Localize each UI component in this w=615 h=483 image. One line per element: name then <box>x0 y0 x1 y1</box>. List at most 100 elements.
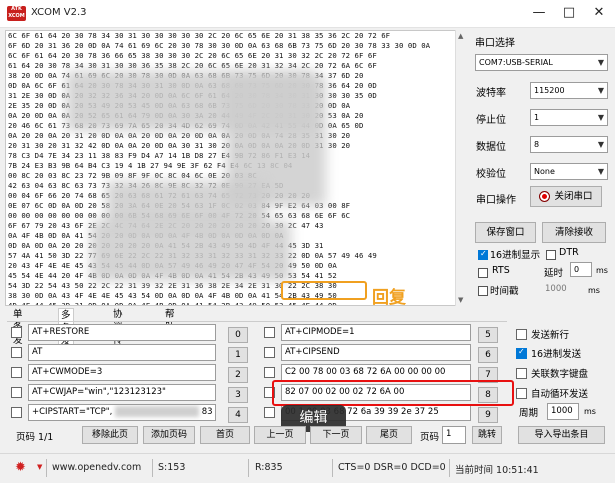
serial-settings-panel: 串口选择 COM7:USB-SERIAL ▼ 波特率 115200 ▼ 停止位 1 ▼… <box>472 28 615 306</box>
chevron-down-icon: ▼ <box>597 167 604 176</box>
signal-status: CTS=0 DSR=0 DCD=0 <box>338 462 446 473</box>
port-select-value: COM7:USB-SERIAL <box>479 58 553 67</box>
delay-unit: ms <box>596 266 608 275</box>
status-separator <box>449 459 450 477</box>
blur-redaction <box>91 221 291 281</box>
databit-label: 数据位 <box>476 142 506 153</box>
gear-icon[interactable]: ✹ <box>15 460 26 475</box>
send-row-checkbox[interactable] <box>11 347 22 358</box>
prev-page-button[interactable]: 上一页 <box>254 426 306 444</box>
delete-page-button[interactable]: 移除此页 <box>82 426 138 444</box>
receive-hex-line: 6F 6D 20 31 36 20 0D 0A 74 61 69 6C 20 3… <box>8 41 431 50</box>
send-row-button[interactable]: 0 <box>228 327 248 343</box>
parity-select[interactable]: None ▼ <box>530 163 608 180</box>
timestamp-label: 时间戳 <box>490 286 519 297</box>
send-row-checkbox[interactable] <box>11 387 22 398</box>
blur-redaction <box>115 406 200 417</box>
received-count: R:835 <box>255 462 283 473</box>
send-row-checkbox[interactable] <box>11 407 22 418</box>
page-num-input[interactable]: 1 <box>442 426 466 444</box>
send-row-input[interactable]: AT+CWMODE=3 <box>28 364 216 381</box>
port-select[interactable]: COM7:USB-SERIAL ▼ <box>475 54 608 71</box>
app-logo: ATK XCOM <box>7 6 26 21</box>
close-port-button[interactable]: 关闭串口 <box>530 186 602 207</box>
send-row-checkbox[interactable] <box>264 327 275 338</box>
status-separator <box>152 459 153 477</box>
chevron-down-icon: ▼ <box>597 113 604 122</box>
send-row-text-tail: 83 <box>201 407 213 417</box>
dropdown-arrow-icon[interactable]: ▼ <box>37 463 42 471</box>
send-row-input[interactable]: +CIPSTART="TCP", 83 <box>28 404 216 421</box>
send-row-button[interactable]: 6 <box>478 347 498 363</box>
last-page-button[interactable]: 尾页 <box>366 426 412 444</box>
timestamp-value[interactable]: 1000 <box>545 284 567 294</box>
status-separator <box>332 459 333 477</box>
send-row-checkbox[interactable] <box>264 407 275 418</box>
send-row-input[interactable]: AT+CIPMODE=1 <box>281 324 471 341</box>
send-row-input[interactable]: AT <box>28 344 216 361</box>
auto-loop-checkbox[interactable] <box>516 388 527 399</box>
page-num-label: 页码 <box>420 432 440 443</box>
link-numkeys-label: 关联数字键盘 <box>531 369 589 380</box>
period-input[interactable]: 1000 <box>547 403 579 420</box>
close-port-label: 关闭串口 <box>554 191 593 202</box>
window-title: XCOM V2.3 <box>31 7 87 18</box>
clear-receive-button[interactable]: 清除接收 <box>542 222 606 243</box>
receive-scrollbar[interactable]: ▲ ▼ <box>455 30 468 306</box>
send-row-button[interactable]: 5 <box>478 327 498 343</box>
sent-count: S:153 <box>158 462 186 473</box>
databit-select[interactable]: 8 ▼ <box>530 136 608 153</box>
delay-value: 0 <box>574 265 580 274</box>
first-page-button[interactable]: 首页 <box>200 426 250 444</box>
highlight-send-row-box <box>272 380 514 406</box>
receive-textarea[interactable]: 6C 6F 61 64 20 30 78 34 30 31 30 30 30 3… <box>5 30 468 306</box>
highlight-reply-box <box>281 281 367 300</box>
dtr-label: DTR <box>559 247 579 258</box>
parity-select-value: None <box>534 167 555 176</box>
send-row-button[interactable]: 4 <box>228 407 248 423</box>
baud-select[interactable]: 115200 ▼ <box>530 82 608 99</box>
period-label: 周期 <box>519 408 539 419</box>
send-row-button[interactable]: 3 <box>228 387 248 403</box>
save-window-button[interactable]: 保存窗口 <box>475 222 536 243</box>
scroll-down-icon[interactable]: ▼ <box>458 296 463 304</box>
send-row-input[interactable]: C2 00 78 00 03 68 72 6A 00 00 00 00 <box>281 364 471 381</box>
timestamp-checkbox[interactable] <box>478 286 488 296</box>
send-row-button[interactable]: 2 <box>228 367 248 383</box>
receive-hex-line: 6C 6F 61 64 20 30 78 36 66 65 38 30 30 3… <box>8 51 377 60</box>
website-link[interactable]: www.openedv.com <box>52 462 141 473</box>
send-row-input[interactable]: AT+CIPSEND <box>281 344 471 361</box>
add-page-button[interactable]: 添加页码 <box>143 426 195 444</box>
stopbit-select[interactable]: 1 ▼ <box>530 109 608 126</box>
port-select-title: 串口选择 <box>475 38 515 49</box>
maximize-button[interactable]: □ <box>555 3 583 23</box>
scroll-up-icon[interactable]: ▲ <box>458 32 463 40</box>
send-row-checkbox[interactable] <box>11 367 22 378</box>
jump-button[interactable]: 跳转 <box>472 426 502 444</box>
send-row-text: +CIPSTART="TCP", <box>32 407 113 417</box>
send-newline-checkbox[interactable] <box>516 329 527 340</box>
close-button[interactable]: ✕ <box>585 3 613 23</box>
stopbit-label: 停止位 <box>476 115 506 126</box>
delay-input[interactable]: 0 <box>570 262 592 277</box>
hex-display-checkbox[interactable] <box>478 249 488 260</box>
baud-label: 波特率 <box>476 88 506 99</box>
hex-send-checkbox[interactable]: ✓ <box>516 347 527 359</box>
send-row-checkbox[interactable] <box>264 347 275 358</box>
minimize-button[interactable]: — <box>525 3 553 23</box>
port-op-label: 串口操作 <box>476 195 516 206</box>
send-row-input[interactable]: AT+RESTORE <box>28 324 216 341</box>
hex-send-label: 16进制发送 <box>531 349 582 360</box>
send-row-checkbox[interactable] <box>264 367 275 378</box>
status-separator <box>46 459 47 477</box>
send-row-button[interactable]: 1 <box>228 347 248 363</box>
next-page-button[interactable]: 下一页 <box>310 426 362 444</box>
dtr-checkbox[interactable] <box>546 250 556 260</box>
rts-checkbox[interactable] <box>478 268 488 278</box>
send-row-input[interactable]: AT+CWJAP="win","123123123" <box>28 384 216 401</box>
import-export-button[interactable]: 导入导出条目 <box>518 426 605 444</box>
link-numkeys-checkbox[interactable] <box>516 368 527 379</box>
send-row-button[interactable]: 9 <box>478 407 498 423</box>
hex-display-label: 16进制显示 <box>490 250 541 261</box>
send-row-checkbox[interactable] <box>11 327 22 338</box>
